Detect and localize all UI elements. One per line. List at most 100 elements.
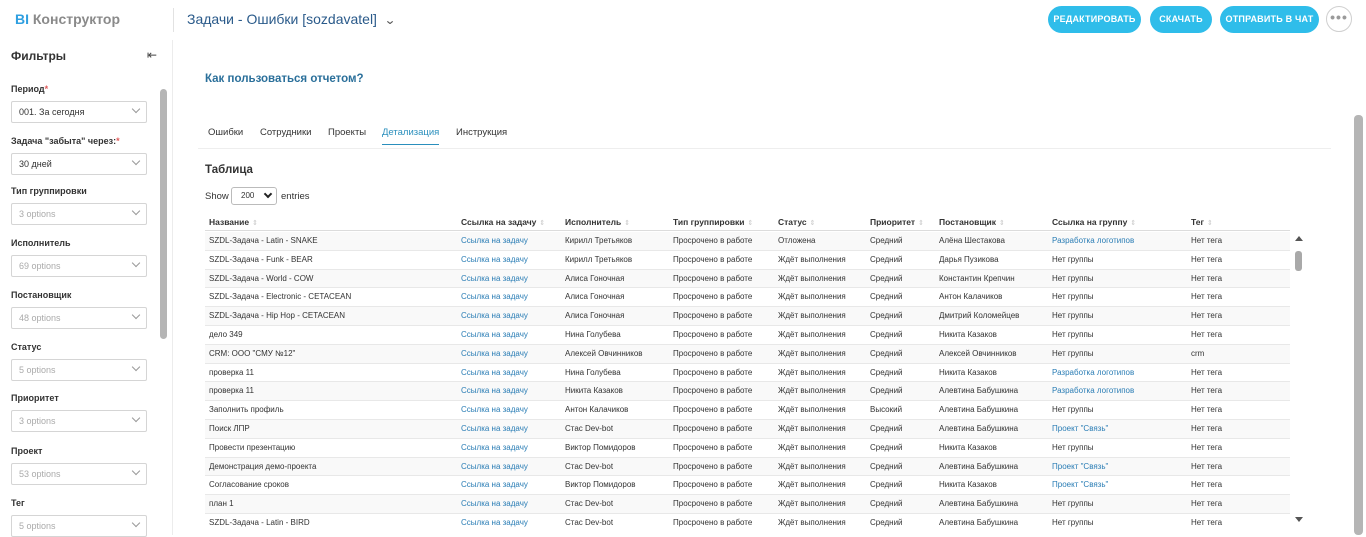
col-task-link-cell[interactable]: Ссылка на задачу — [461, 274, 528, 283]
filter-select[interactable]: 5 options — [11, 515, 147, 537]
sort-icon[interactable]: ⇕ — [999, 220, 1005, 227]
tab-details[interactable]: Детализация — [382, 127, 440, 145]
col-task-link-cell[interactable]: Ссылка на задачу — [461, 368, 528, 377]
col-group-link-cell: Нет группы — [1052, 442, 1094, 452]
col-group-link-cell: Нет группы — [1052, 405, 1094, 415]
tab-projects[interactable]: Проекты — [328, 127, 366, 138]
col-task-link-cell[interactable]: Ссылка на задачу — [461, 311, 528, 320]
col-priority-cell: Средний — [870, 311, 903, 321]
header-col-grouping[interactable]: Тип группировки ⇕ — [673, 217, 753, 227]
header-divider — [173, 8, 174, 32]
col-tag-cell: Нет тега — [1191, 386, 1223, 396]
col-task-link-cell[interactable]: Ссылка на задачу — [461, 443, 528, 452]
col-grouping-cell: Просрочено в работе — [673, 461, 753, 471]
col-author-cell: Дарья Пузикова — [939, 254, 999, 264]
show-label: Show — [205, 191, 229, 202]
sort-icon[interactable]: ⇕ — [1207, 220, 1213, 227]
col-task-link-cell[interactable]: Ссылка на задачу — [461, 349, 528, 358]
header-col-assignee[interactable]: Исполнитель ⇕ — [565, 217, 630, 227]
table-scroll-thumb[interactable] — [1295, 251, 1302, 271]
sort-icon[interactable]: ⇕ — [539, 220, 545, 227]
sort-icon[interactable]: ⇕ — [918, 220, 924, 227]
col-grouping-cell: Просрочено в работе — [673, 424, 753, 433]
header-col-author[interactable]: Постановщик ⇕ — [939, 217, 1005, 227]
col-group-link-cell[interactable]: Проект "Связь" — [1052, 424, 1108, 433]
table-row: план 1 Ссылка на задачу Стас Dev-bot Просро… — [205, 495, 1290, 514]
col-task-link-cell[interactable]: Ссылка на задачу — [461, 462, 528, 471]
filter-select[interactable]: 30 дней — [11, 153, 147, 175]
scroll-up-icon[interactable] — [1295, 236, 1303, 241]
filter-select[interactable]: 001. За сегодня — [11, 101, 147, 123]
col-task-link-cell[interactable]: Ссылка на задачу — [461, 424, 528, 433]
filter-label: Приоритет — [11, 393, 59, 403]
col-grouping-cell: Просрочено в работе — [673, 442, 753, 452]
col-grouping-cell: Просрочено в работе — [673, 348, 753, 358]
col-status-cell: Ждёт выполнения — [778, 311, 846, 321]
col-task-link-cell[interactable]: Ссылка на задачу — [461, 236, 528, 245]
header-col-tag[interactable]: Тег ⇕ — [1191, 217, 1213, 227]
col-task-link-cell[interactable]: Ссылка на задачу — [461, 386, 528, 395]
tab-instruction[interactable]: Инструкция — [456, 127, 507, 138]
table-row: Демонстрация демо-проекта Ссылка на задач… — [205, 457, 1290, 477]
sort-icon[interactable]: ⇕ — [748, 220, 754, 227]
col-group-link-cell: Нет группы — [1052, 518, 1094, 527]
edit-button[interactable]: РЕДАКТИРОВАТЬ — [1048, 6, 1141, 33]
tab-errors[interactable]: Ошибки — [208, 127, 243, 138]
table-row: SZDL-Задача - Latin - BIRD Ссылка на зада… — [205, 514, 1290, 532]
send-to-chat-button[interactable]: ОТПРАВИТЬ В ЧАТ — [1220, 6, 1319, 33]
col-group-link-cell[interactable]: Разработка логотипов — [1052, 386, 1134, 395]
header-col-status[interactable]: Статус ⇕ — [778, 217, 816, 227]
col-group-link-cell[interactable]: Разработка логотипов — [1052, 236, 1134, 245]
collapse-sidebar-icon[interactable]: ⇤ — [147, 48, 157, 62]
col-grouping-cell: Просрочено в работе — [673, 292, 753, 302]
col-tag-cell: Нет тега — [1191, 292, 1223, 302]
col-group-link-cell[interactable]: Разработка логотипов — [1052, 368, 1134, 377]
brand-logo[interactable]: BI Конструктор — [15, 11, 120, 27]
sort-icon[interactable]: ⇕ — [1130, 220, 1136, 227]
col-task-link-cell[interactable]: Ссылка на задачу — [461, 480, 528, 489]
sort-icon[interactable]: ⇕ — [810, 220, 816, 227]
header-col-name[interactable]: Название ⇕ — [209, 217, 258, 227]
header-col-priority[interactable]: Приоритет ⇕ — [870, 217, 924, 227]
col-task-link-cell[interactable]: Ссылка на задачу — [461, 499, 528, 508]
filter-select[interactable]: 3 options — [11, 410, 147, 432]
page-length-select[interactable]: 200 — [231, 187, 277, 205]
chevron-down-icon — [131, 104, 141, 114]
tab-employees[interactable]: Сотрудники — [260, 127, 311, 138]
col-group-link-cell[interactable]: Проект "Связь" — [1052, 462, 1108, 471]
how-to-use-link[interactable]: Как пользоваться отчетом? — [205, 73, 364, 85]
report-title-dropdown[interactable]: Задачи - Ошибки [sozdavatel] ⌄ — [187, 11, 396, 27]
table-row: CRM: ООО "СМУ №12" Ссылка на задачу Алексе… — [205, 344, 1290, 364]
col-priority-cell: Средний — [870, 367, 903, 377]
filter-select[interactable]: 69 options — [11, 255, 147, 277]
page-scrollbar[interactable] — [1354, 115, 1363, 535]
filter-select[interactable]: 5 options — [11, 359, 147, 381]
sort-icon[interactable]: ⇕ — [624, 220, 630, 227]
table-body: SZDL-Задача - Latin - SNAKE Ссылка на зад… — [205, 232, 1290, 532]
filter-select[interactable]: 48 options — [11, 307, 147, 329]
col-group-link-cell[interactable]: Проект "Связь" — [1052, 480, 1108, 489]
filter-select[interactable]: 53 options — [11, 463, 147, 485]
filter-select[interactable]: 3 options — [11, 203, 147, 225]
header-col-task-link[interactable]: Ссылка на задачу ⇕ — [461, 217, 545, 227]
col-assignee-cell: Алиса Гоночная — [565, 292, 625, 302]
col-task-link-cell[interactable]: Ссылка на задачу — [461, 518, 528, 527]
sort-icon[interactable]: ⇕ — [252, 220, 258, 227]
scroll-down-icon[interactable] — [1295, 517, 1303, 522]
col-author-cell: Алексей Овчинников — [939, 348, 1017, 358]
col-priority-cell: Средний — [870, 461, 903, 471]
filter-select-value: 5 options — [19, 521, 56, 531]
col-task-link-cell[interactable]: Ссылка на задачу — [461, 255, 528, 264]
table-row: Поиск ЛПР Ссылка на задачу Стас Dev-bot Про… — [205, 420, 1290, 439]
header-col-group-link[interactable]: Ссылка на группу ⇕ — [1052, 217, 1136, 227]
col-task-link-cell[interactable]: Ссылка на задачу — [461, 405, 528, 414]
more-options-icon[interactable]: ••• — [1326, 6, 1352, 32]
table-scrollbar[interactable] — [1294, 236, 1304, 526]
col-author-cell: Алёна Шестакова — [939, 236, 1005, 245]
col-task-link-cell[interactable]: Ссылка на задачу — [461, 292, 528, 301]
col-task-link-cell[interactable]: Ссылка на задачу — [461, 330, 528, 339]
sidebar-scrollbar[interactable] — [160, 89, 167, 339]
col-status-cell: Ждёт выполнения — [778, 424, 846, 433]
download-button[interactable]: СКАЧАТЬ — [1150, 6, 1212, 33]
col-status-cell: Ждёт выполнения — [778, 330, 846, 339]
